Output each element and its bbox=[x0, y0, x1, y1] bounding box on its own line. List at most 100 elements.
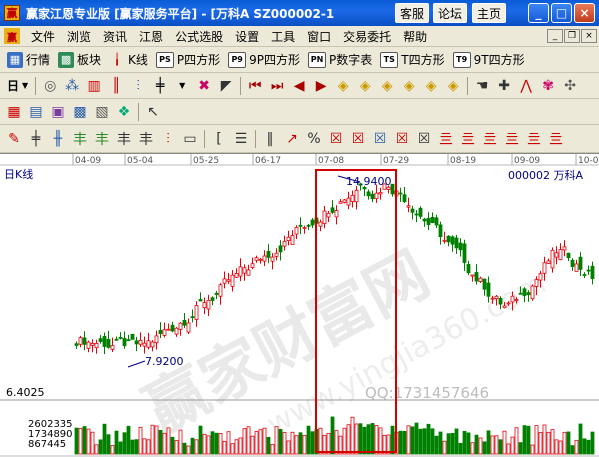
list-icon[interactable]: ☰ bbox=[230, 128, 252, 150]
candle bbox=[78, 335, 83, 348]
percent-icon[interactable]: % bbox=[303, 128, 325, 150]
zoom-in-icon[interactable]: ◈ bbox=[332, 75, 354, 97]
volume-bar bbox=[466, 432, 471, 455]
bar-chart-icon[interactable]: ▥ bbox=[83, 75, 105, 97]
reset-icon[interactable]: ◈ bbox=[442, 75, 464, 97]
menu-window[interactable]: 窗口 bbox=[301, 28, 337, 45]
fit-icon[interactable]: ◈ bbox=[420, 75, 442, 97]
9t-square-button[interactable]: T9 9T四方形 bbox=[449, 49, 529, 71]
candle-body bbox=[174, 327, 179, 335]
network-icon[interactable]: ❖ bbox=[113, 101, 135, 123]
service-button[interactable]: 客服 bbox=[395, 3, 429, 23]
support-icon[interactable]: 亖 bbox=[435, 128, 457, 150]
candle-body bbox=[426, 217, 431, 225]
calendar-icon[interactable]: ▦ bbox=[3, 101, 25, 123]
kline-chart-panel[interactable]: 04-09 05-04 05-25 06-17 07-08 07-29 08-19 09-09… bbox=[0, 153, 599, 458]
scroll-up-icon[interactable]: ◈ bbox=[376, 75, 398, 97]
menu-browse[interactable]: 浏览 bbox=[61, 28, 97, 45]
calculator-icon[interactable]: ▤ bbox=[25, 101, 47, 123]
gann-box-icon[interactable]: ☒ bbox=[325, 128, 347, 150]
period-select[interactable]: 日 ▼ bbox=[3, 75, 32, 97]
save-icon[interactable]: ▩ bbox=[69, 101, 91, 123]
price-scale-icon[interactable]: 亖 bbox=[501, 128, 523, 150]
pattern-icon[interactable]: ✾ bbox=[537, 75, 559, 97]
candle-body bbox=[130, 333, 135, 340]
arrow-tool-icon[interactable]: ↗ bbox=[281, 128, 303, 150]
candle-type-icon[interactable]: ╪ bbox=[149, 75, 171, 97]
text-tool-icon[interactable]: ‖ bbox=[259, 128, 281, 150]
prev-icon[interactable]: ◀ bbox=[288, 75, 310, 97]
volume-bar bbox=[398, 430, 403, 455]
minimize-button[interactable]: _ bbox=[528, 3, 549, 23]
menu-settings[interactable]: 设置 bbox=[229, 28, 265, 45]
first-icon[interactable]: ⏮ bbox=[244, 75, 266, 97]
parallel-icon[interactable]: 丰 bbox=[91, 128, 113, 150]
candle bbox=[186, 318, 191, 334]
hand-icon[interactable]: ☚ bbox=[471, 75, 493, 97]
maximize-button[interactable]: □ bbox=[551, 3, 572, 23]
menu-help[interactable]: 帮助 bbox=[397, 28, 433, 45]
stats-icon[interactable]: ▣ bbox=[47, 101, 69, 123]
settings-icon[interactable]: ✣ bbox=[559, 75, 581, 97]
mdi-minimize-button[interactable]: _ bbox=[547, 29, 563, 43]
box-icon[interactable]: ▭ bbox=[179, 128, 201, 150]
last-icon[interactable]: ⏭ bbox=[266, 75, 288, 97]
overlay-icon[interactable]: ◎ bbox=[39, 75, 61, 97]
ray-icon[interactable]: ╫ bbox=[47, 128, 69, 150]
gann-fan-icon[interactable]: ⫶ bbox=[157, 128, 179, 150]
sector-button[interactable]: ▩ 板块 bbox=[54, 49, 105, 71]
cross-zoom-icon[interactable]: ✖ bbox=[193, 75, 215, 97]
kline-button[interactable]: ╽ K线 bbox=[105, 49, 152, 71]
kline-chart[interactable]: 04-09 05-04 05-25 06-17 07-08 07-29 08-19 09-09… bbox=[0, 154, 599, 458]
next-icon[interactable]: ▶ bbox=[310, 75, 332, 97]
zoom-out-icon[interactable]: ◈ bbox=[354, 75, 376, 97]
menu-tools[interactable]: 工具 bbox=[265, 28, 301, 45]
draw-line-icon[interactable]: ⋀ bbox=[515, 75, 537, 97]
channel-icon[interactable]: 丰 bbox=[69, 128, 91, 150]
pointer-icon[interactable]: ↖ bbox=[142, 101, 164, 123]
t-square-button[interactable]: TS T四方形 bbox=[376, 49, 448, 71]
menu-trade[interactable]: 交易委托 bbox=[337, 28, 397, 45]
candle-body bbox=[538, 273, 543, 281]
indicator-icon[interactable]: ⁂ bbox=[61, 75, 83, 97]
menu-file[interactable]: 文件 bbox=[25, 28, 61, 45]
forum-button[interactable]: 论坛 bbox=[433, 3, 467, 23]
resistance-icon[interactable]: 亖 bbox=[457, 128, 479, 150]
low-pointer bbox=[127, 360, 146, 368]
erase-icon[interactable]: 亖 bbox=[545, 128, 567, 150]
menu-formula[interactable]: 公式选股 bbox=[169, 28, 229, 45]
menu-info[interactable]: 资讯 bbox=[97, 28, 133, 45]
mdi-restore-button[interactable]: ❐ bbox=[564, 29, 580, 43]
fib-icon[interactable]: 丰 bbox=[135, 128, 157, 150]
candle bbox=[318, 219, 323, 232]
close-button[interactable]: × bbox=[574, 3, 595, 23]
volume-level-label: 867445 bbox=[28, 439, 66, 450]
gann-angle-icon[interactable]: ☒ bbox=[391, 128, 413, 150]
time-scale-icon[interactable]: 亖 bbox=[523, 128, 545, 150]
time-cycle-icon[interactable]: ☒ bbox=[369, 128, 391, 150]
mdi-close-button[interactable]: × bbox=[581, 29, 597, 43]
p-square-button[interactable]: PS P四方形 bbox=[152, 49, 224, 71]
9p-square-button[interactable]: P9 9P四方形 bbox=[224, 49, 304, 71]
gann-grid-icon[interactable]: ☒ bbox=[413, 128, 435, 150]
levels-icon[interactable]: 亖 bbox=[479, 128, 501, 150]
bracket-icon[interactable]: [ bbox=[208, 128, 230, 150]
candle-chart-icon[interactable]: ║ bbox=[105, 75, 127, 97]
crosshair-icon[interactable]: ✚ bbox=[493, 75, 515, 97]
segment-icon[interactable]: ╪ bbox=[25, 128, 47, 150]
volume-bar bbox=[202, 433, 207, 455]
print-icon[interactable]: ▧ bbox=[91, 101, 113, 123]
p-number-table-button[interactable]: PN P数字表 bbox=[304, 49, 376, 71]
candle-body bbox=[578, 256, 583, 270]
chart-lines-icon[interactable]: ⫶ bbox=[127, 75, 149, 97]
home-button[interactable]: 主页 bbox=[472, 3, 506, 23]
cycle-icon[interactable]: 丰 bbox=[113, 128, 135, 150]
quote-button[interactable]: ▦ 行情 bbox=[3, 49, 54, 71]
dropdown-icon[interactable]: ▼ bbox=[171, 75, 193, 97]
candle bbox=[274, 248, 279, 261]
scroll-down-icon[interactable]: ◈ bbox=[398, 75, 420, 97]
gann-square-icon[interactable]: ☒ bbox=[347, 128, 369, 150]
cursor-icon[interactable]: ◤ bbox=[215, 75, 237, 97]
menu-gann[interactable]: 江恩 bbox=[133, 28, 169, 45]
pencil-icon[interactable]: ✎ bbox=[3, 128, 25, 150]
